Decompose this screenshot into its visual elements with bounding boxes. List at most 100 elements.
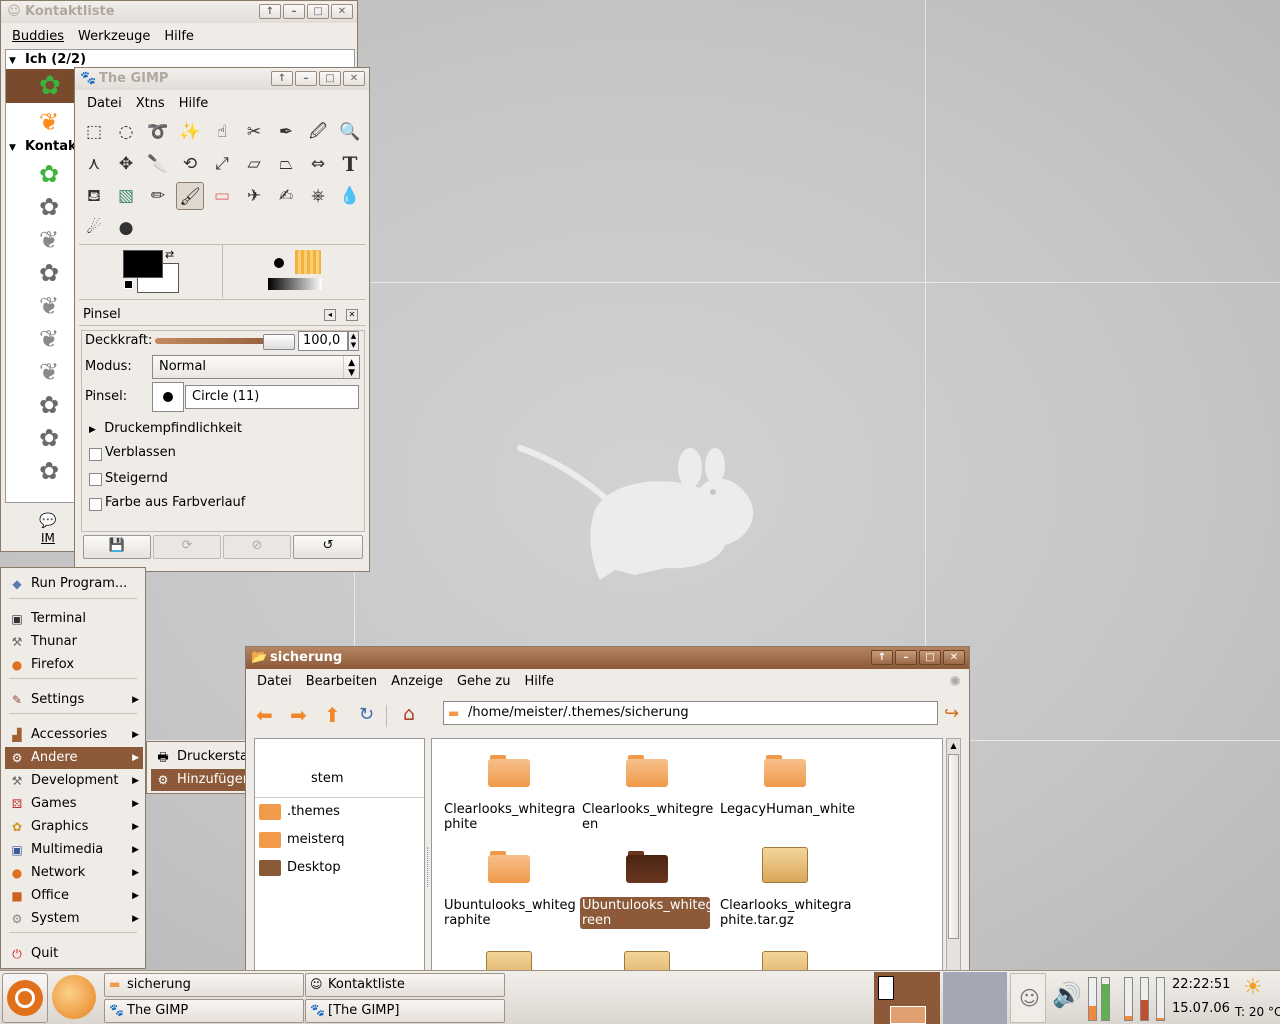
opacity-slider-handle[interactable]: [263, 334, 295, 350]
swap-colors-icon[interactable]: ⇄: [165, 248, 174, 261]
foreground-color-swatch[interactable]: [123, 250, 163, 278]
text-icon[interactable]: T: [336, 150, 364, 178]
scissors-icon[interactable]: ✂: [240, 118, 268, 146]
gradient-preview[interactable]: [268, 278, 322, 290]
weather-sun-icon[interactable]: ☀: [1243, 975, 1263, 1000]
menu-gehe-zu[interactable]: Gehe zu: [450, 671, 518, 693]
maximize-button[interactable]: □: [319, 71, 341, 86]
mode-dropdown[interactable]: Normal ▲ ▼: [152, 355, 360, 379]
shade-button[interactable]: ↑: [259, 4, 281, 19]
menu-item-thunar[interactable]: ⚒ Thunar: [5, 631, 143, 653]
ellipse-select-icon[interactable]: ◌: [112, 118, 140, 146]
menu-xtns[interactable]: Xtns: [129, 93, 172, 115]
menu-datei[interactable]: Datei: [250, 671, 299, 693]
fuzzy-select-icon[interactable]: ✨: [176, 118, 204, 146]
sidebar-item-filesystem-partial[interactable]: stem: [311, 771, 344, 786]
sidebar-item-desktop[interactable]: Desktop: [287, 860, 341, 875]
menu-item-settings[interactable]: ✎ Settings ▶: [5, 689, 143, 711]
paintbrush-icon[interactable]: 🖌: [176, 182, 204, 210]
close-button[interactable]: ✕: [331, 4, 353, 19]
buddy-list-titlebar[interactable]: ☺ Kontaktliste ↑ – □ ✕: [1, 1, 357, 23]
menu-bearbeiten[interactable]: Bearbeiten: [299, 671, 384, 693]
icq-buddy-icon[interactable]: ✿: [39, 159, 59, 189]
brush-name-field[interactable]: Circle (11): [185, 385, 359, 409]
menu-item-quit[interactable]: ⏻ Quit: [5, 943, 143, 965]
workspace-1[interactable]: [874, 972, 940, 1024]
move-icon[interactable]: ✥: [112, 150, 140, 178]
lasso-icon[interactable]: ➰: [144, 118, 172, 146]
blur-icon[interactable]: 💧: [336, 182, 364, 210]
menu-item-office[interactable]: ■ Office ▶: [5, 885, 143, 907]
shear-icon[interactable]: ▱: [240, 150, 268, 178]
fade-checkbox[interactable]: [89, 448, 102, 461]
dodge-burn-icon[interactable]: ●: [112, 214, 140, 242]
group-contacts-label[interactable]: ▼ Kontak: [9, 139, 77, 154]
menu-hilfe[interactable]: Hilfe: [172, 93, 216, 115]
menu-item-accessories[interactable]: ▟ Accessories ▶: [5, 724, 143, 746]
paths-icon[interactable]: ✒: [272, 118, 300, 146]
menu-item-run-program[interactable]: ◆ Run Program...: [5, 573, 143, 595]
perspective-icon[interactable]: ⏢: [272, 150, 300, 178]
crop-icon[interactable]: 🔪: [144, 150, 172, 178]
menu-item-andere[interactable]: ⚙ Andere ▶: [5, 747, 143, 769]
ink-icon[interactable]: ✍: [272, 182, 300, 210]
location-bar[interactable]: ▬ /home/meister/.themes/sicherung: [443, 701, 938, 725]
panel-close-icon[interactable]: ✕: [346, 309, 358, 321]
msn-buddy-icon[interactable]: ❦: [39, 291, 59, 321]
shade-button[interactable]: ↑: [871, 650, 893, 665]
panel-menu-icon[interactable]: ◂: [324, 309, 336, 321]
brush-preview[interactable]: [274, 258, 284, 268]
smudge-icon[interactable]: ☄: [80, 214, 108, 242]
menu-datei[interactable]: Datei: [80, 93, 129, 115]
save-options-button[interactable]: 💾: [83, 535, 151, 559]
sidebar-item-meisterq[interactable]: meisterq: [287, 832, 345, 847]
scrollbar-thumb[interactable]: [948, 754, 959, 939]
close-button[interactable]: ✕: [343, 71, 365, 86]
spin-arrows-icon[interactable]: ▲ ▼: [348, 331, 359, 351]
up-icon[interactable]: ⬆: [324, 703, 341, 727]
icq-buddy-icon[interactable]: ✿: [39, 423, 59, 453]
restore-options-button[interactable]: ⟳: [153, 535, 221, 559]
icq-buddy-icon[interactable]: ✿: [39, 390, 59, 420]
chat-bubble-icon[interactable]: 💬: [39, 513, 56, 529]
task-sicherung[interactable]: ▬ sicherung: [104, 973, 304, 997]
sidebar-item-themes[interactable]: .themes: [287, 804, 340, 819]
shade-button[interactable]: ↑: [271, 71, 293, 86]
pidgin-tray-icon[interactable]: ☺: [1019, 986, 1040, 1010]
minimize-button[interactable]: –: [895, 650, 917, 665]
task-the-gimp-image[interactable]: 🐾 [The GIMP]: [305, 999, 505, 1023]
go-icon[interactable]: ↪: [944, 703, 959, 724]
icq-buddy-icon[interactable]: ✿: [39, 456, 59, 486]
menu-item-system[interactable]: ⚙ System ▶: [5, 908, 143, 930]
menu-hilfe[interactable]: Hilfe: [517, 671, 561, 693]
pencil-icon[interactable]: ✏: [144, 182, 172, 210]
menu-werkzeuge[interactable]: Werkzeuge: [71, 26, 157, 48]
icq-buddy-icon[interactable]: ✿: [39, 192, 59, 222]
pattern-preview[interactable]: [295, 250, 321, 274]
default-colors-icon[interactable]: [124, 280, 133, 289]
color-select-icon[interactable]: ☝: [208, 118, 236, 146]
scale-icon[interactable]: ⤢: [208, 150, 236, 178]
delete-options-button[interactable]: ⊘: [223, 535, 291, 559]
im-tab-label[interactable]: IM: [41, 531, 55, 545]
back-icon[interactable]: ⬅: [256, 703, 273, 727]
home-icon[interactable]: ⌂: [403, 703, 415, 725]
menu-buddies[interactable]: Buddies: [5, 26, 71, 48]
zoom-icon[interactable]: 🔍: [336, 118, 364, 146]
clock-time[interactable]: 22:22:51: [1172, 977, 1230, 992]
eraser-icon[interactable]: ▭: [208, 182, 236, 210]
menu-hilfe[interactable]: Hilfe: [157, 26, 201, 48]
menu-item-development[interactable]: ⚒ Development ▶: [5, 770, 143, 792]
rotate-icon[interactable]: ⟲: [176, 150, 204, 178]
maximize-button[interactable]: □: [307, 4, 329, 19]
airbrush-icon[interactable]: ✈: [240, 182, 268, 210]
task-the-gimp[interactable]: 🐾 The GIMP: [104, 999, 304, 1023]
reload-icon[interactable]: ↻: [359, 704, 374, 725]
menu-item-network[interactable]: ● Network ▶: [5, 862, 143, 884]
flip-icon[interactable]: ⇔: [304, 150, 332, 178]
media-player-icon[interactable]: [52, 975, 96, 1019]
scroll-up-icon[interactable]: ▲: [948, 740, 959, 752]
msn-buddy-icon[interactable]: ❦: [39, 225, 59, 255]
volume-icon[interactable]: 🔊: [1052, 981, 1082, 1009]
minimize-button[interactable]: –: [283, 4, 305, 19]
